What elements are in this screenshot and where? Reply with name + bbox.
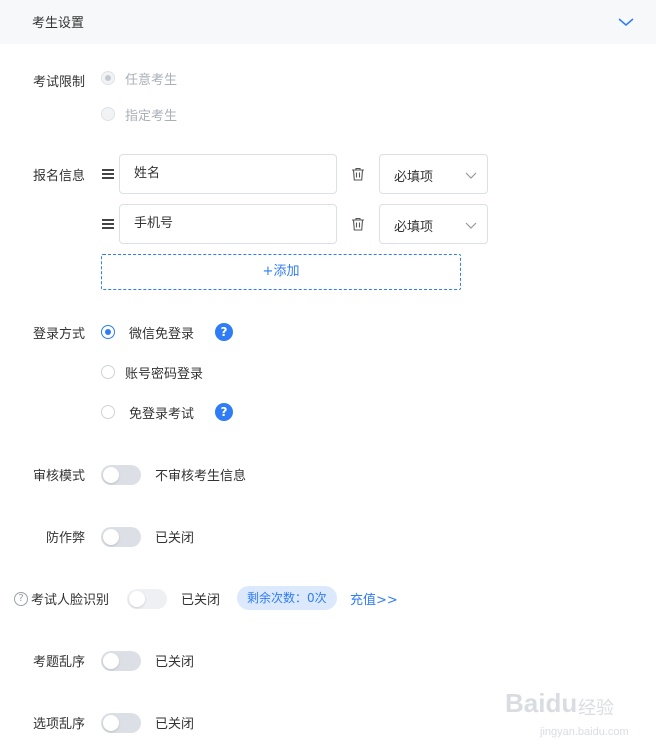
requirement-select-value: 必填项 xyxy=(394,170,434,185)
field-name-input[interactable]: 姓名 xyxy=(119,154,337,194)
requirement-select[interactable]: 必填项 xyxy=(379,154,488,194)
watermark-url: jingyan.baidu.com xyxy=(540,726,629,738)
remaining-count-badge: 剩余次数：0次 xyxy=(237,586,337,610)
radio-label-wechat-login: 微信免登录 xyxy=(129,327,195,342)
question-shuffle-switch[interactable] xyxy=(101,651,141,671)
option-shuffle-state: 已关闭 xyxy=(155,717,195,732)
requirement-select-value: 必填项 xyxy=(394,220,434,235)
watermark-cn: 经验 xyxy=(578,698,614,718)
review-mode-state: 不审核考生信息 xyxy=(155,469,247,484)
exam-limit-label: 考试限制 xyxy=(33,75,86,90)
radio-no-login-exam[interactable] xyxy=(101,405,115,419)
trash-icon[interactable] xyxy=(351,167,365,181)
radio-password-login[interactable] xyxy=(101,365,115,379)
question-shuffle-label: 考题乱序 xyxy=(33,655,86,670)
recharge-link[interactable]: 充值>> xyxy=(350,589,398,608)
chevron-down-icon xyxy=(465,222,477,229)
question-shuffle-state: 已关闭 xyxy=(155,655,195,670)
field-phone-input[interactable]: 手机号 xyxy=(119,204,337,244)
radio-any-candidate[interactable] xyxy=(101,71,115,85)
radio-wechat-login[interactable] xyxy=(101,325,115,339)
add-field-button[interactable]: +添加 xyxy=(101,254,461,290)
login-method-label: 登录方式 xyxy=(33,327,86,342)
review-mode-switch[interactable] xyxy=(101,465,141,485)
face-recognition-label: 考试人脸识别 xyxy=(31,593,110,608)
drag-handle-icon[interactable] xyxy=(102,169,114,179)
help-icon[interactable]: ? xyxy=(215,403,233,421)
anti-cheat-label: 防作弊 xyxy=(46,531,86,546)
radio-label-any-candidate: 任意考生 xyxy=(125,73,178,88)
anti-cheat-switch[interactable] xyxy=(101,527,141,547)
trash-icon[interactable] xyxy=(351,217,365,231)
face-recognition-state: 已关闭 xyxy=(181,593,221,608)
face-recognition-switch[interactable] xyxy=(127,589,167,609)
anti-cheat-state: 已关闭 xyxy=(155,531,195,546)
drag-handle-icon[interactable] xyxy=(102,219,114,229)
help-icon[interactable]: ? xyxy=(215,323,233,341)
option-shuffle-switch[interactable] xyxy=(101,713,141,733)
radio-label-password-login: 账号密码登录 xyxy=(125,367,204,382)
section-title: 考生设置 xyxy=(32,16,85,31)
review-mode-label: 审核模式 xyxy=(33,469,86,484)
chevron-down-icon xyxy=(465,172,477,179)
question-circle-icon[interactable]: ? xyxy=(14,592,28,606)
option-shuffle-label: 选项乱序 xyxy=(33,717,86,732)
registration-label: 报名信息 xyxy=(33,169,86,184)
radio-specified-candidate[interactable] xyxy=(101,107,115,121)
requirement-select[interactable]: 必填项 xyxy=(379,204,488,244)
radio-label-specified-candidate: 指定考生 xyxy=(125,109,178,124)
watermark-logo: Baidu xyxy=(505,688,578,718)
chevron-down-icon[interactable] xyxy=(616,12,636,32)
radio-label-no-login-exam: 免登录考试 xyxy=(129,407,195,422)
section-header[interactable]: 考生设置 xyxy=(0,0,656,44)
